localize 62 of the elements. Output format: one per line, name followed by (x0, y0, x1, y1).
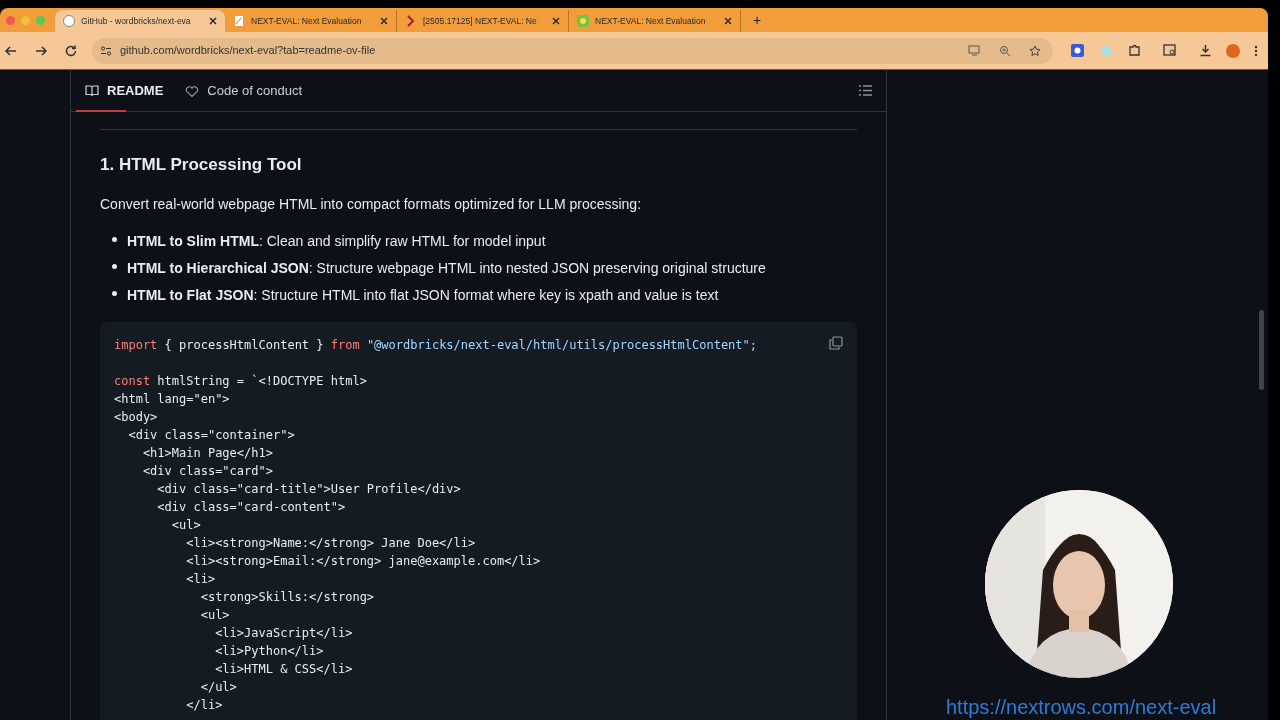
close-icon[interactable] (380, 17, 388, 25)
browser-tab[interactable]: GitHub - wordbricks/next-eva (55, 10, 225, 32)
new-tab-button[interactable]: + (747, 8, 768, 32)
section-heading: 1. HTML Processing Tool (100, 154, 303, 176)
tab-title: [2505.17125] NEXT-EVAL: Ne (423, 14, 538, 28)
tab-search-icon[interactable] (1163, 44, 1177, 57)
tab-title: NEXT-EVAL: Next Evaluation (595, 14, 707, 28)
code-line: <div class="card"> (141, 462, 273, 480)
code-line: <li>JavaScript</li> (214, 624, 353, 642)
paragraph: Convert real-world webpage HTML into compact formats optimized for LLM processing: (100, 194, 643, 214)
page-icon (233, 15, 245, 27)
book-icon (85, 83, 99, 98)
readme-tab[interactable]: Code of conduct (185, 80, 303, 101)
close-icon[interactable] (209, 17, 217, 25)
reload-icon[interactable] (64, 43, 78, 58)
address-bar[interactable]: github.com/wordbricks/next-eval?tab=readme-ov-file (92, 37, 1053, 64)
code-line: <body> (114, 408, 158, 426)
code-line: import { processHtmlContent } from "@wordbricks/next-eval/html/utils/processHtmlContent"; (114, 336, 757, 354)
back-icon[interactable] (4, 43, 18, 58)
copy-icon[interactable] (829, 335, 843, 350)
code-line: <li><strong>Email:</strong> jane@example.com</li> (185, 552, 541, 570)
list-item-text: HTML to Slim HTML: Clean and simplify raw HTML for model input (127, 231, 546, 251)
list-item-text: HTML to Hierarchical JSON: Structure webpage HTML into nested JSON preserving original structure (127, 258, 766, 278)
code-line: <li> (185, 570, 216, 588)
code-line: <ul> (199, 606, 230, 624)
code-line: <li>HTML & CSS</li> (214, 660, 353, 678)
chevron-icon (405, 15, 417, 27)
extension-icon[interactable] (1071, 44, 1084, 57)
code-line: <h1>Main Page</h1> (141, 444, 273, 462)
overlay-link[interactable]: https://nextrows.com/next-eval (946, 692, 1217, 720)
close-icon[interactable] (724, 17, 732, 25)
code-line: const htmlString = `<!DOCTYPE html> (114, 372, 367, 390)
code-line: <div class="container"> (127, 426, 295, 444)
site-settings-icon[interactable] (100, 44, 112, 57)
zoom-icon[interactable] (999, 44, 1011, 57)
scrollbar[interactable] (1259, 310, 1264, 390)
outline-icon[interactable] (859, 85, 872, 96)
bullet-icon (112, 263, 117, 269)
code-line: <html lang="en"> (114, 390, 230, 408)
url-text: github.com/wordbricks/next-eval?tab=readme-ov-file (120, 43, 377, 59)
code-line: </ul> (199, 678, 237, 696)
code-line: <li><strong>Name:</strong> Jane Doe</li> (185, 534, 476, 552)
square-logo-icon (577, 15, 589, 27)
tab-title: NEXT-EVAL: Next Evaluation (251, 14, 363, 28)
heart-icon (185, 83, 200, 98)
list-item-text: HTML to Flat JSON: Structure HTML into flat JSON format where key is xpath and value is text (127, 285, 719, 305)
code-line: <strong>Skills:</strong> (199, 588, 375, 606)
menu-icon[interactable] (1254, 44, 1258, 57)
close-icon[interactable] (552, 17, 560, 25)
readme-tab[interactable]: README (85, 80, 164, 101)
extensions-icon[interactable] (1128, 44, 1141, 57)
bullet-icon (112, 236, 117, 242)
code-line: <ul> (170, 516, 201, 534)
tab-title: GitHub - wordbricks/next-eva (81, 14, 192, 28)
forward-icon[interactable] (34, 43, 48, 58)
code-line: <div class="card-content"> (156, 498, 346, 516)
code-line: </li> (185, 696, 223, 714)
code-line: <li>Python</li> (214, 642, 324, 660)
code-line: <div class="card-title">User Profile</div> (156, 480, 461, 498)
star-icon[interactable] (1029, 44, 1041, 57)
bullet-icon (112, 290, 117, 296)
download-icon[interactable] (1199, 44, 1212, 57)
